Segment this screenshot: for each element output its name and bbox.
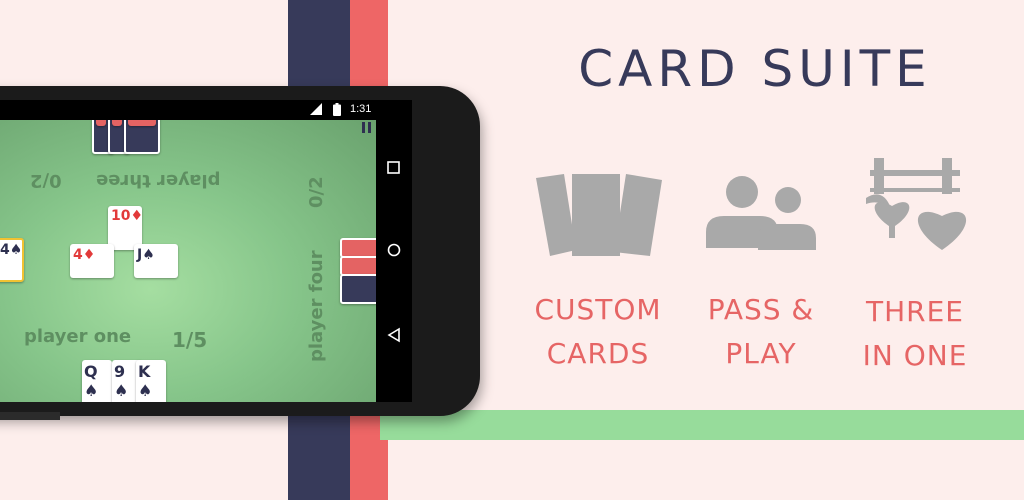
status-time: 1:31	[350, 103, 372, 115]
status-bar: 1:31	[0, 100, 412, 120]
nav-bar	[376, 120, 412, 402]
center-card-left: 4♦	[70, 244, 114, 278]
bridge-suits-icon	[866, 158, 967, 250]
phone-screen: 1:31 player three 0/2 player four 0/2 4♠…	[0, 100, 412, 402]
player-one-name: player one	[24, 326, 132, 347]
pause-button[interactable]	[362, 122, 374, 134]
home-icon[interactable]	[386, 242, 402, 258]
green-band	[380, 410, 1024, 440]
battery-icon	[333, 103, 341, 116]
card-back	[340, 256, 376, 276]
feature-line: PASS &	[707, 293, 815, 326]
card-suit: ♦	[82, 247, 96, 263]
card-suit: ♠	[142, 247, 155, 263]
back-icon[interactable]	[386, 327, 402, 343]
recents-icon[interactable]	[386, 160, 402, 176]
game-table: player three 0/2 player four 0/2 4♠ 10♦ …	[0, 120, 376, 402]
feature-line: THREE	[866, 295, 964, 328]
player-three-name: player three	[96, 170, 221, 191]
cards-icon	[536, 174, 662, 256]
card-suit: ♠	[114, 381, 129, 400]
people-icon	[706, 176, 816, 250]
card-back	[340, 274, 376, 304]
feature-label-pass-play: PASS & PLAY	[686, 288, 836, 376]
card-rank: Q	[84, 362, 98, 381]
feature-label-custom-cards: CUSTOM CARDS	[518, 288, 678, 376]
player-four-score: 0/2	[306, 176, 327, 208]
center-card-right: J♠	[134, 244, 178, 278]
feature-line: CARDS	[546, 337, 650, 370]
card-suit: ♠	[138, 381, 153, 400]
feature-line: CUSTOM	[534, 293, 662, 326]
card-rank: K	[138, 362, 151, 381]
card-suit: ♠	[84, 381, 99, 400]
card-rank: 4	[0, 242, 10, 258]
phone-edge	[0, 412, 60, 420]
card-rank: 4	[73, 247, 83, 263]
feature-line: PLAY	[725, 337, 797, 370]
card-suit: ♠	[9, 242, 23, 258]
player-four-name: player four	[306, 250, 327, 362]
page-title: CARD SUITE	[578, 40, 932, 98]
player-one-score: 1/5	[172, 328, 208, 352]
card-back	[96, 120, 106, 126]
hand-card[interactable]: K ♠	[136, 360, 166, 402]
player-three-score: 0/2	[30, 170, 62, 191]
card-suit: ♦	[130, 208, 144, 224]
signal-icon	[310, 103, 322, 115]
card-rank: 9	[114, 362, 126, 381]
feature-line: IN ONE	[862, 339, 968, 372]
card-back	[340, 238, 376, 258]
card-back	[112, 120, 122, 126]
card-back	[128, 120, 156, 126]
card-rank: 10	[111, 208, 131, 224]
left-player-card: 4♠	[0, 238, 24, 282]
hand-card[interactable]: Q ♠	[82, 360, 112, 402]
feature-label-three-in-one: THREE IN ONE	[840, 290, 990, 378]
